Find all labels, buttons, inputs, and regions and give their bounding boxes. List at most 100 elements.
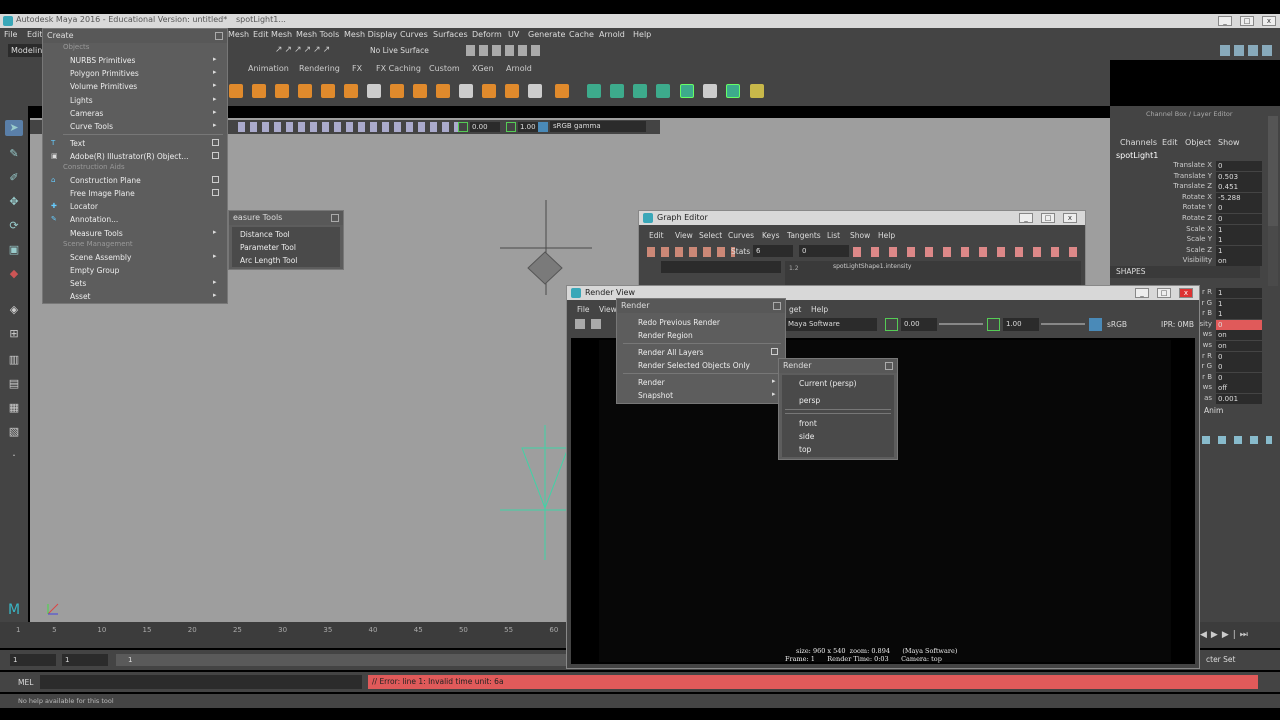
uv-tool-icon[interactable] (656, 84, 670, 98)
rv-exposure-field[interactable]: 0.00 (901, 318, 937, 331)
shape-attr-value[interactable]: 0.001 (1216, 394, 1262, 404)
rv-menu-target[interactable]: get (789, 305, 801, 314)
layout-custom-icon[interactable]: ▧ (5, 424, 23, 440)
viewport-icons[interactable] (238, 122, 458, 132)
menu-item-nurbs[interactable]: NURBS Primitives (70, 56, 135, 65)
shape-attr-value[interactable]: 0 (1216, 319, 1262, 330)
shelf-tab-arnold[interactable]: Arnold (506, 64, 532, 73)
stats-field-2[interactable]: 0 (799, 245, 849, 257)
scale-tool-icon[interactable]: ▣ (5, 242, 23, 258)
attr-value[interactable]: 0 (1216, 203, 1262, 214)
poly-tool-icon[interactable] (413, 84, 427, 98)
shelf-tab-fx[interactable]: FX (352, 64, 362, 73)
option-box-icon[interactable] (212, 189, 219, 196)
menu-curves[interactable]: Curves (400, 30, 428, 39)
layout-four-icon[interactable]: ⊞ (5, 326, 23, 342)
attr-value[interactable]: 1 (1216, 235, 1262, 246)
menu-mesh-tools[interactable]: Mesh Tools (296, 30, 339, 39)
exposure-field[interactable]: 0.00 (470, 122, 500, 132)
render-icons[interactable] (466, 45, 542, 56)
menu-surfaces[interactable]: Surfaces (433, 30, 468, 39)
paint-select-icon[interactable]: ✐ (5, 170, 23, 186)
graph-area[interactable] (785, 261, 1081, 287)
poly-tool-icon[interactable] (367, 84, 381, 98)
attr-value[interactable]: on (1216, 256, 1262, 267)
menu-item-volume[interactable]: Volume Primitives (70, 82, 137, 91)
graph-editor-toolbar-icons[interactable] (647, 247, 735, 257)
menu-item-render-region[interactable]: Render Region (638, 331, 693, 340)
shape-attr-value[interactable]: 0 (1216, 351, 1262, 362)
move-tool-icon[interactable]: ✥ (5, 194, 23, 210)
attr-value[interactable]: 0 (1216, 214, 1262, 224)
show-tab[interactable]: Show (1218, 138, 1240, 147)
option-box-icon[interactable] (212, 139, 219, 146)
shape-attr-value[interactable]: 0 (1216, 362, 1262, 373)
graph-editor-tangent-icons[interactable] (853, 247, 1079, 257)
gamma-icon[interactable] (506, 122, 516, 132)
anim-tab[interactable]: Anim (1204, 406, 1223, 415)
ge-menu-item[interactable]: Edit (649, 231, 664, 240)
range-start-field[interactable]: 1 (10, 654, 56, 666)
rv-gamma-icon[interactable] (987, 318, 1000, 331)
ge-menu-item[interactable]: List (827, 231, 840, 240)
uv-tool-icon[interactable] (750, 84, 764, 98)
minimize-button[interactable]: _ (1218, 16, 1232, 26)
ge-menu-item[interactable]: Select (699, 231, 722, 240)
close-button[interactable]: x (1179, 288, 1193, 298)
menu-mesh[interactable]: Mesh (228, 30, 249, 39)
option-box-icon[interactable] (212, 152, 219, 159)
edit-tab[interactable]: Edit (1162, 138, 1178, 147)
menu-item-current-persp[interactable]: Current (persp) (799, 379, 857, 388)
close-button[interactable]: x (1262, 16, 1276, 26)
shape-attr-value[interactable]: on (1216, 341, 1262, 351)
lasso-tool-icon[interactable]: ✎ (5, 146, 23, 162)
menu-item-curve-tools[interactable]: Curve Tools (70, 122, 113, 131)
menu-item-sets[interactable]: Sets (70, 279, 86, 288)
attr-value[interactable]: 1 (1216, 245, 1262, 256)
close-icon[interactable] (215, 32, 223, 40)
side-tab-attribute-editor[interactable] (1268, 226, 1278, 286)
rv-gamma-field[interactable]: 1.00 (1003, 318, 1039, 331)
attr-label[interactable]: Translate X (1110, 161, 1212, 169)
menu-item-polygon[interactable]: Polygon Primitives (70, 69, 139, 78)
graph-editor-titlebar[interactable]: Graph Editor _ □ x (639, 211, 1085, 225)
poly-tool-icon[interactable] (229, 84, 243, 98)
menu-item-snapshot[interactable]: Snapshot (638, 391, 673, 400)
outliner-filter[interactable] (661, 261, 781, 273)
menu-item-free-image-plane[interactable]: Free Image Plane (70, 189, 135, 198)
rv-menu-view[interactable]: View (599, 305, 617, 314)
uv-tool-icon[interactable] (587, 84, 601, 98)
ge-menu-item[interactable]: Keys (762, 231, 780, 240)
poly-tool-icon[interactable] (482, 84, 496, 98)
poly-tool-icon[interactable] (390, 84, 404, 98)
no-live-surface-label[interactable]: No Live Surface (370, 46, 429, 55)
attr-label[interactable]: Rotate X (1110, 193, 1212, 201)
menu-item-lights[interactable]: Lights (70, 96, 93, 105)
menu-item-text[interactable]: Text (70, 139, 85, 148)
layout-outliner-icon[interactable]: ▤ (5, 376, 23, 392)
menu-uv[interactable]: UV (508, 30, 519, 39)
menu-item-render[interactable]: Render (638, 378, 665, 387)
range-bar[interactable]: 1 (116, 654, 566, 666)
shape-attr-value[interactable]: on (1216, 330, 1262, 341)
menu-item-construction-plane[interactable]: Construction Plane (70, 176, 141, 185)
menu-item-front[interactable]: front (799, 419, 817, 428)
minimize-button[interactable]: _ (1019, 213, 1033, 223)
option-box-icon[interactable] (212, 176, 219, 183)
menu-item-locator[interactable]: Locator (70, 202, 98, 211)
attr-label[interactable]: Visibility (1110, 256, 1212, 264)
color-space-icon[interactable] (538, 122, 548, 132)
rv-gamma-slider[interactable] (1041, 323, 1085, 325)
menu-item-annotation[interactable]: Annotation... (70, 215, 118, 224)
menu-mesh-display[interactable]: Mesh Display (344, 30, 397, 39)
snap-icons[interactable]: ↗↗↗↗↗↗ (275, 45, 363, 56)
last-tool-icon[interactable]: ◆ (5, 266, 23, 282)
menu-item-render-selected[interactable]: Render Selected Objects Only (638, 361, 750, 370)
shelf-tab-fx-caching[interactable]: FX Caching (376, 64, 421, 73)
poly-tool-icon[interactable] (555, 84, 569, 98)
attr-value[interactable]: 1 (1216, 224, 1262, 235)
maximize-button[interactable]: □ (1240, 16, 1254, 26)
close-button[interactable]: x (1063, 213, 1077, 223)
menu-item-distance-tool[interactable]: Distance Tool (240, 230, 290, 239)
shelf-tab-rendering[interactable]: Rendering (299, 64, 340, 73)
